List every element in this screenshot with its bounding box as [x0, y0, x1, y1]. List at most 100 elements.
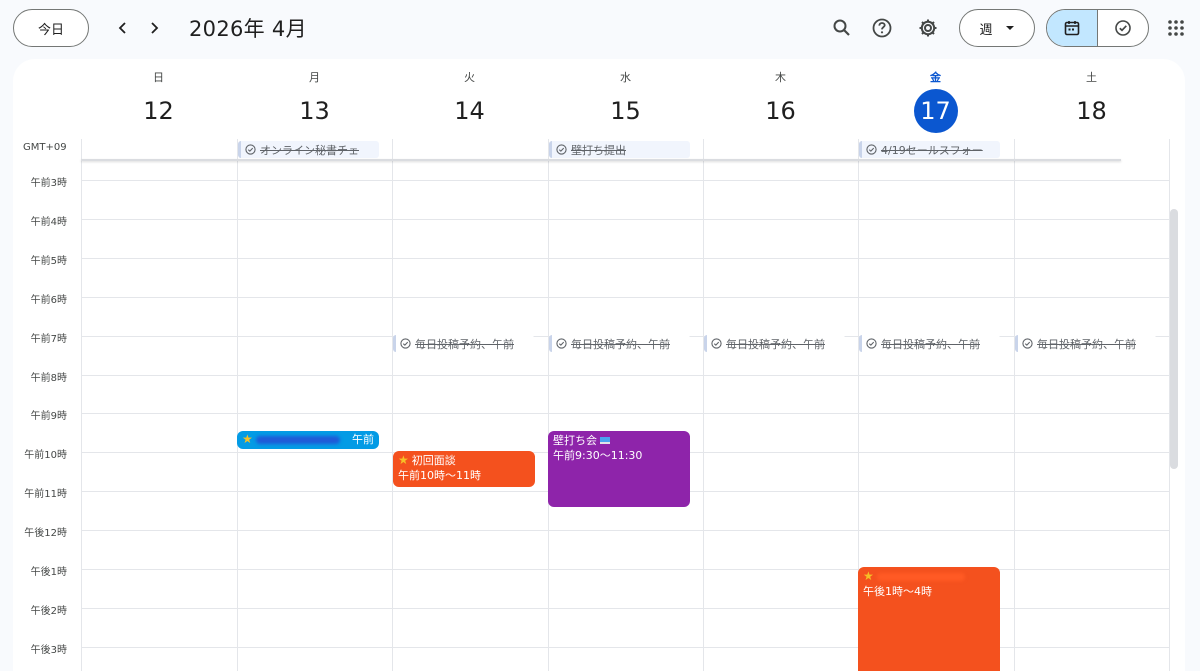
- day-header-thu[interactable]: 木 16: [703, 59, 858, 141]
- hour-label: 午前8時: [30, 372, 67, 384]
- search-icon: [833, 19, 850, 36]
- daily-task-thu[interactable]: 毎日投稿予約、午前: [704, 335, 845, 352]
- hour-label: 午後3時: [30, 644, 67, 656]
- task-title: 壁打ち提出: [571, 143, 626, 157]
- daily-task-tue[interactable]: 毎日投稿予約、午前: [393, 335, 534, 352]
- task-title: オンライン秘書チェ: [260, 143, 359, 157]
- day-number[interactable]: 12: [137, 89, 181, 133]
- event-time: 午前: [352, 433, 374, 446]
- star-icon: ★: [863, 569, 874, 583]
- day-header-sun[interactable]: 日 12: [81, 59, 236, 141]
- event-time: 午前10時～11時: [398, 469, 481, 482]
- task-title: 毎日投稿予約、午前: [571, 336, 670, 352]
- day-header-wed[interactable]: 水 15: [548, 59, 703, 141]
- task-title: 毎日投稿予約、午前: [726, 336, 825, 352]
- apps-grid-icon: [1168, 20, 1184, 36]
- hour-label: 午後12時: [24, 528, 67, 540]
- day-number[interactable]: 15: [604, 89, 648, 133]
- day-header-fri[interactable]: 金 17: [858, 59, 1013, 141]
- star-icon: ★: [398, 453, 409, 467]
- daily-task-sat[interactable]: 毎日投稿予約、午前: [1015, 335, 1156, 352]
- day-name: 金: [930, 71, 941, 84]
- task-done-icon: [866, 338, 877, 349]
- event-mon[interactable]: ★ 午前: [237, 431, 379, 449]
- hour-line: [81, 646, 1169, 648]
- task-done-icon: [245, 144, 256, 155]
- task-name: 毎日投稿予約: [881, 337, 947, 351]
- calendar-view-button[interactable]: [1047, 10, 1098, 46]
- allday-task-wed[interactable]: 壁打ち提出: [549, 141, 690, 158]
- scrollbar[interactable]: [1170, 209, 1178, 469]
- event-fri[interactable]: ★ 午後1時～4時: [858, 567, 1000, 671]
- hour-label: 午前4時: [30, 216, 67, 228]
- day-number[interactable]: 16: [759, 89, 803, 133]
- laptop-icon: [600, 437, 610, 444]
- star-icon: ★: [242, 432, 253, 446]
- daily-task-wed[interactable]: 毎日投稿予約、午前: [549, 335, 690, 352]
- task-suffix: 、午前: [1103, 337, 1136, 351]
- settings-button[interactable]: [910, 10, 946, 46]
- help-icon: [872, 18, 892, 38]
- redacted-title: [255, 435, 340, 444]
- month-title: 2026年 4月: [189, 17, 307, 41]
- hour-label: 午後1時: [30, 567, 67, 578]
- hour-label: 午前7時: [30, 333, 67, 345]
- top-toolbar: 今日 2026年 4月 週: [0, 0, 1200, 56]
- hour-line: [81, 180, 1169, 181]
- view-mode-toggle: [1046, 9, 1149, 47]
- daily-task-fri[interactable]: 毎日投稿予約、午前: [859, 335, 1000, 352]
- task-title: 毎日投稿予約、午前: [1037, 336, 1136, 352]
- day-name: 木: [775, 71, 786, 84]
- hour-line: [81, 218, 1169, 220]
- hour-line: [81, 569, 1169, 570]
- previous-week-button[interactable]: [107, 12, 139, 44]
- hour-label: 午前6時: [30, 294, 67, 306]
- hour-line: [81, 530, 1169, 532]
- hour-label: 午前3時: [30, 178, 67, 189]
- view-select-label: 週: [979, 22, 993, 38]
- task-done-icon: [1022, 338, 1033, 349]
- task-suffix: 、午前: [947, 337, 980, 351]
- day-header-mon[interactable]: 月 13: [237, 59, 392, 141]
- hour-label: 午後2時: [30, 605, 67, 617]
- redacted-title: [876, 572, 965, 581]
- chevron-left-icon: [118, 22, 126, 34]
- event-tue[interactable]: ★ 初回面談 午前10時～11時: [393, 451, 535, 487]
- allday-task-fri[interactable]: 4/19セールスフォー: [859, 141, 1000, 158]
- hour-label: 午前5時: [30, 255, 67, 267]
- tasks-view-button[interactable]: [1098, 10, 1149, 46]
- settings-icon: [919, 19, 937, 37]
- view-select[interactable]: 週: [959, 9, 1035, 47]
- day-number-today[interactable]: 17: [913, 89, 958, 133]
- task-done-icon: [711, 338, 722, 349]
- calendar-view-icon: [1064, 21, 1080, 36]
- event-time: 午前9:30～11:30: [553, 449, 643, 462]
- timezone-label: GMT+09: [23, 142, 67, 153]
- day-name: 日: [153, 71, 164, 84]
- task-done-icon: [556, 338, 567, 349]
- allday-task-mon[interactable]: オンライン秘書チェ: [238, 141, 379, 158]
- apps-button[interactable]: [1158, 10, 1194, 46]
- task-name: 毎日投稿予約: [415, 337, 481, 351]
- search-button[interactable]: [824, 10, 860, 46]
- day-name: 火: [464, 71, 475, 84]
- day-header-tue[interactable]: 火 14: [392, 59, 547, 141]
- day-number[interactable]: 13: [293, 89, 337, 133]
- hour-line: [81, 413, 1169, 415]
- hour-line: [81, 257, 1169, 259]
- tasks-view-icon: [1114, 20, 1131, 36]
- day-header-sat[interactable]: 土 18: [1014, 59, 1169, 141]
- hour-line: [81, 374, 1169, 376]
- hour-line: [81, 296, 1169, 298]
- task-done-icon: [866, 144, 877, 155]
- day-name: 水: [620, 71, 631, 84]
- day-number[interactable]: 14: [448, 89, 492, 133]
- day-number[interactable]: 18: [1070, 89, 1114, 133]
- today-button[interactable]: 今日: [13, 9, 89, 47]
- event-wed[interactable]: 壁打ち会 午前9:30～11:30: [548, 431, 690, 507]
- help-button[interactable]: [864, 10, 900, 46]
- task-suffix: 、午前: [792, 337, 825, 351]
- task-name: 毎日投稿予約: [726, 337, 792, 351]
- event-time: 午後1時～4時: [863, 585, 932, 598]
- next-week-button[interactable]: [138, 12, 170, 44]
